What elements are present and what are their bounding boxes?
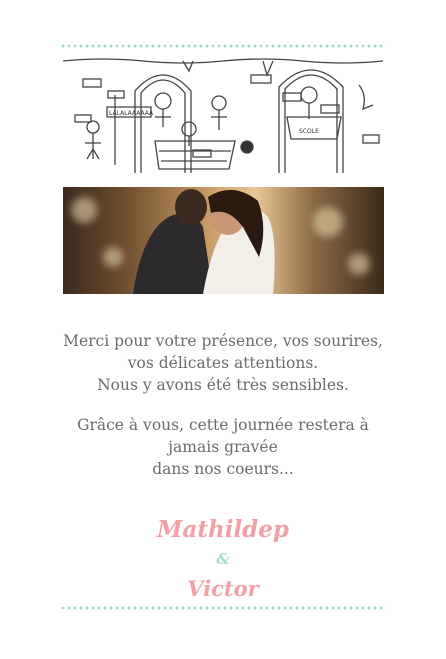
signature-name-1: Mathildep — [157, 516, 289, 543]
bottom-dotted-divider — [60, 606, 386, 610]
sign-text: SCOLE — [299, 128, 319, 135]
couple-silhouette — [133, 189, 275, 294]
top-dotted-divider — [60, 44, 386, 48]
couple-photo — [63, 187, 384, 294]
message-line: jamais gravée — [168, 438, 278, 456]
thank-you-paragraph: Merci pour votre présence, vos sourires,… — [40, 330, 406, 396]
banner-text: LALALAAAAAA — [109, 110, 154, 117]
comic-illustration: LALALAAAAAA SCOLE — [63, 55, 383, 175]
comic-illustration-drawing: LALALAAAAAA SCOLE — [63, 58, 383, 173]
memory-paragraph: Grâce à vous, cette journée restera à ja… — [40, 414, 406, 480]
message-line: Grâce à vous, cette journée restera à — [77, 416, 369, 434]
message-line: Merci pour votre présence, vos sourires, — [63, 332, 383, 350]
message-line: Nous y avons été très sensibles. — [97, 376, 349, 394]
signature-ampersand: & — [216, 550, 230, 568]
message-line: vos délicates attentions. — [127, 354, 319, 372]
signature-name-2: Victor — [187, 576, 259, 601]
message-line: dans nos coeurs... — [152, 460, 294, 478]
